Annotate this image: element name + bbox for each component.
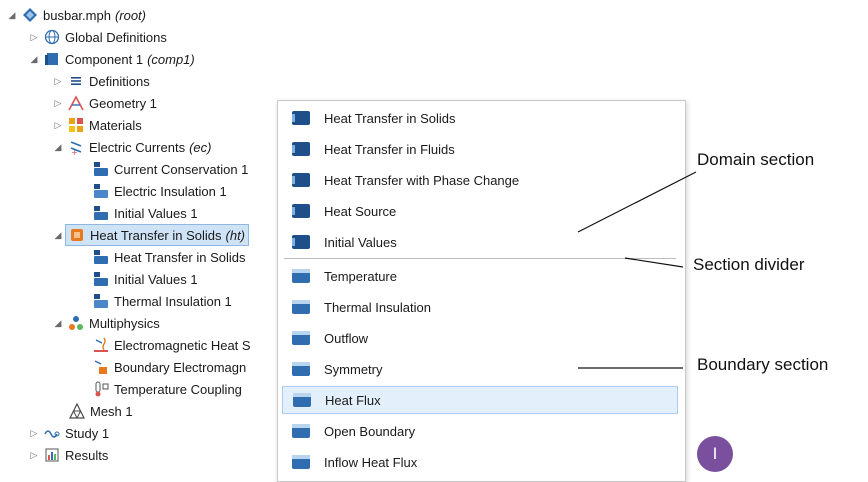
callout-lines <box>577 171 697 369</box>
boundary-section-callout: Boundary section <box>697 355 829 374</box>
info-badge: I <box>697 436 733 472</box>
divider-callout-line <box>624 257 684 268</box>
domain-section-callout: Domain section <box>697 150 815 169</box>
domain-callout-line <box>577 171 697 233</box>
section-divider-callout: Section divider <box>693 255 805 274</box>
